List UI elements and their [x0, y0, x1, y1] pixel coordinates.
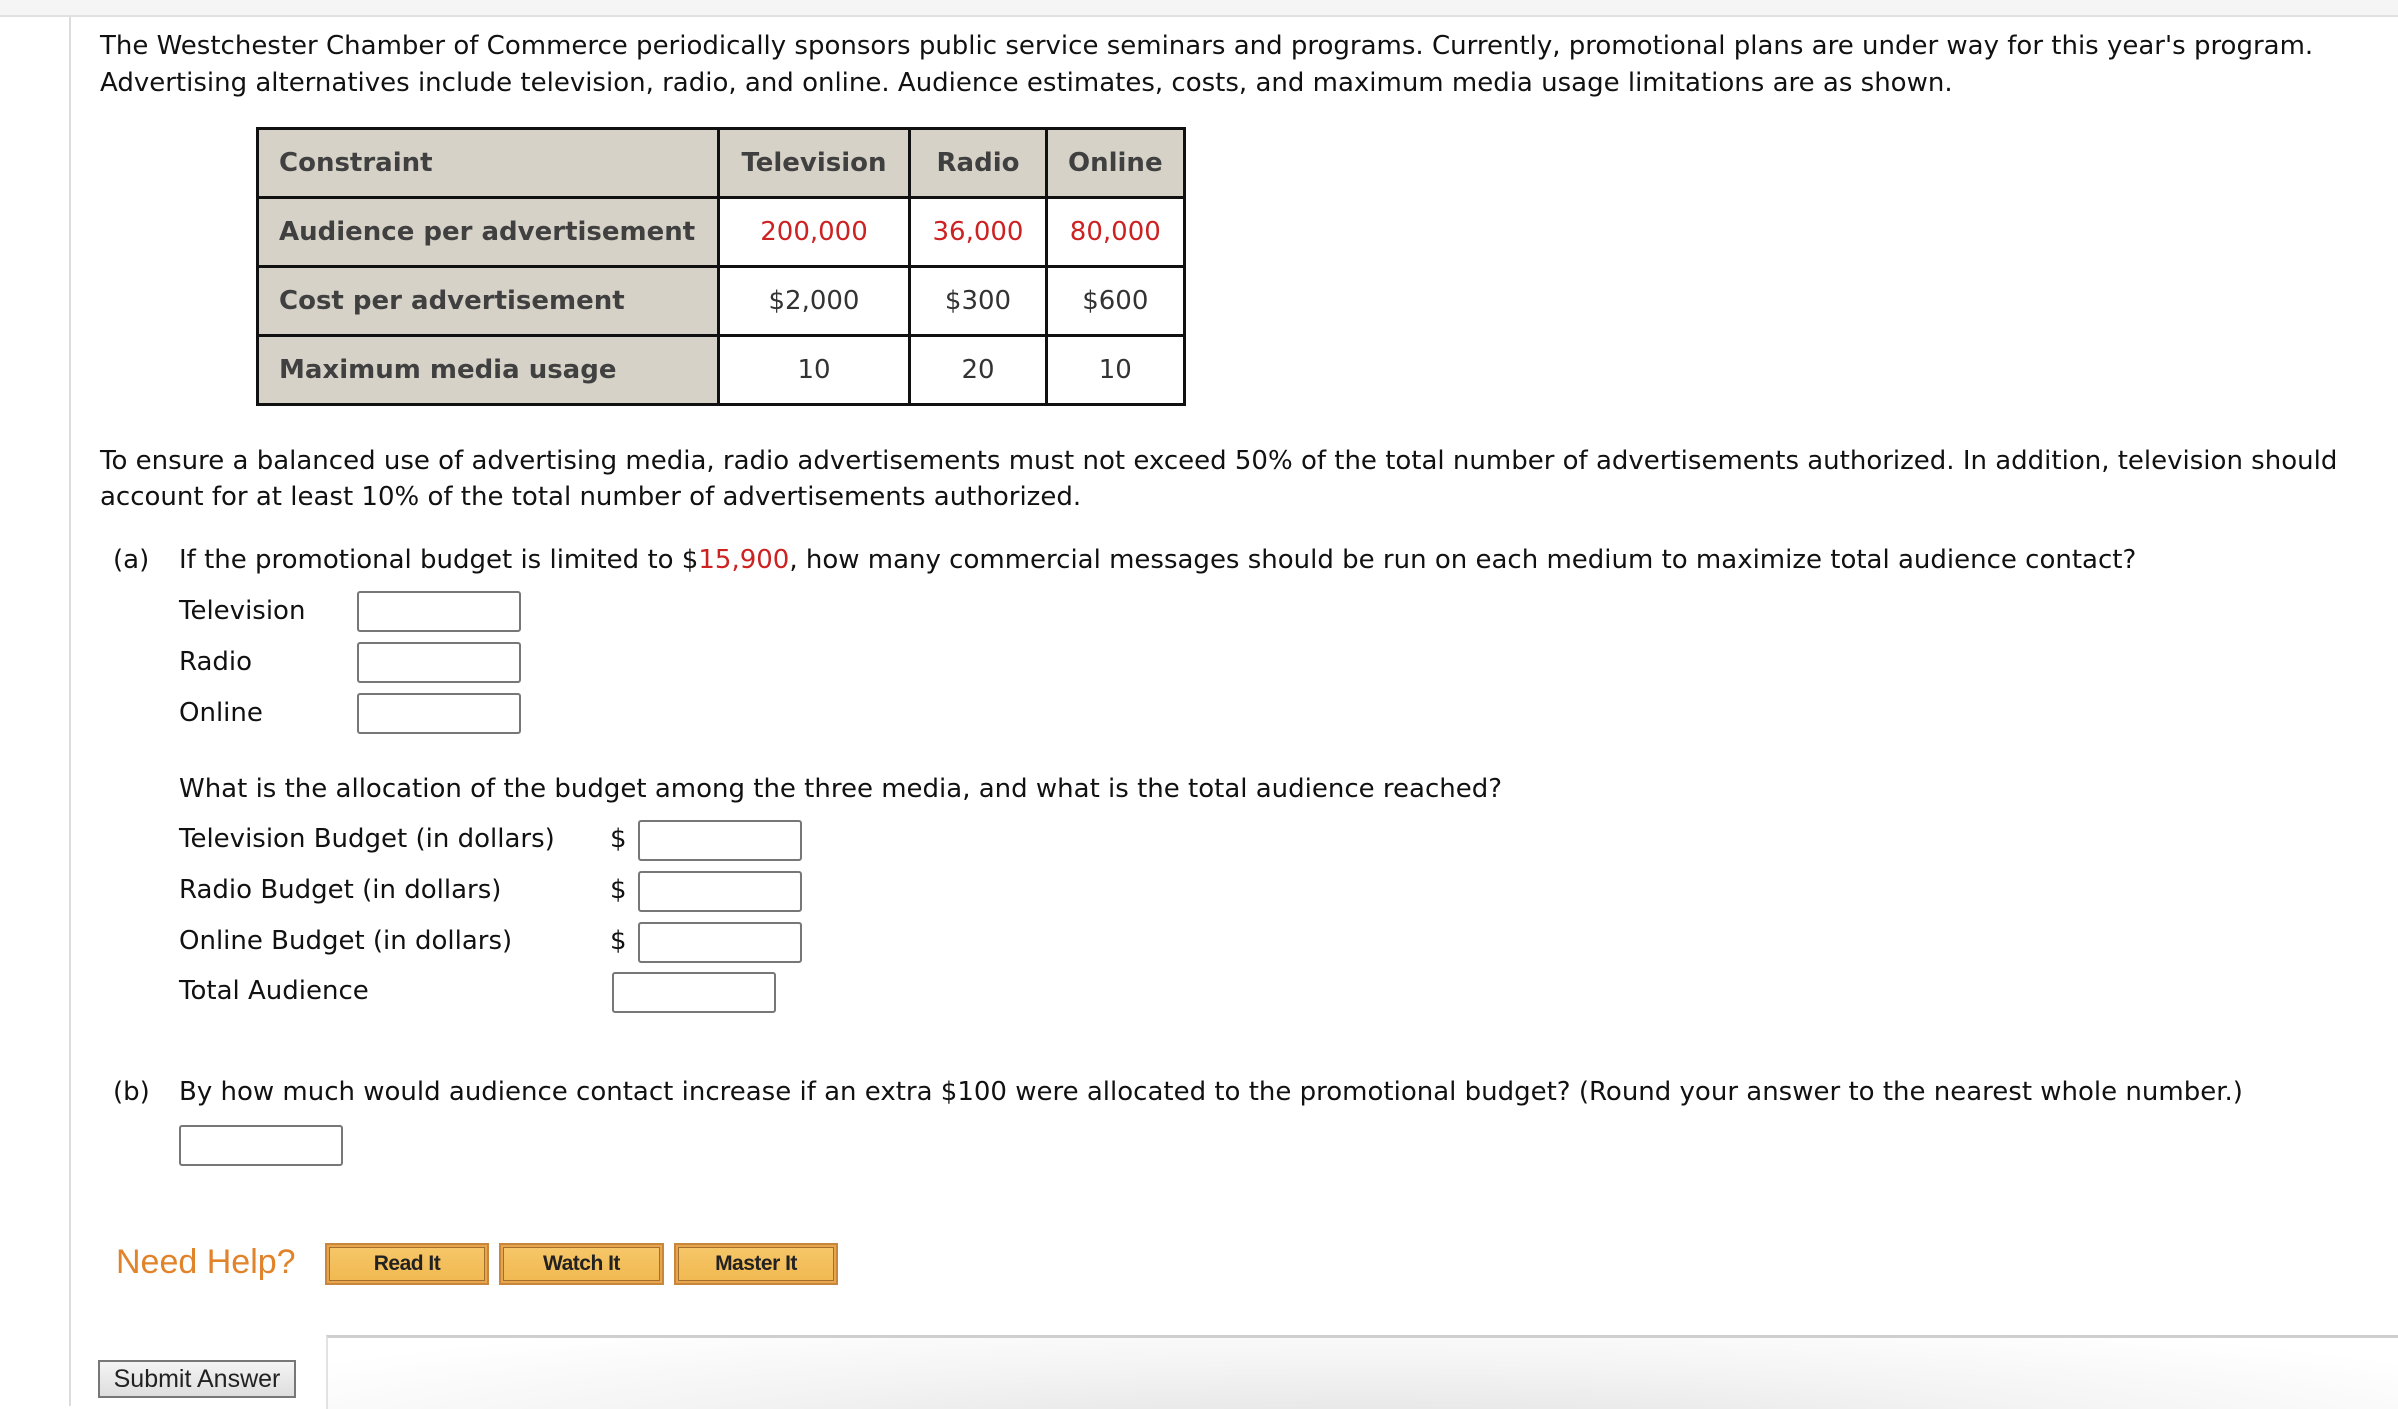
header-television: Television — [717, 127, 911, 199]
television-budget-input[interactable] — [638, 820, 802, 861]
table-header-row: Constraint Television Radio Online — [256, 127, 1186, 199]
part-a-marker: (a) — [113, 545, 150, 575]
row-label: Maximum media usage — [256, 334, 720, 406]
header-online: Online — [1045, 127, 1186, 199]
cell-max-radio: 20 — [908, 334, 1048, 406]
watch-it-button[interactable]: Watch It — [499, 1243, 664, 1285]
dollar-sign: $ — [610, 824, 627, 854]
budget-value: 15,900 — [698, 545, 790, 575]
field-label-radio: Radio — [179, 647, 253, 677]
table-row: Cost per advertisement $2,000 $300 $600 — [256, 265, 1186, 337]
header-constraint: Constraint — [256, 127, 720, 199]
part-a-question-pre: If the promotional budget is limited to … — [179, 545, 699, 575]
cell-cost-radio: $300 — [908, 265, 1048, 337]
budget-label-television: Television Budget (in dollars) — [179, 824, 555, 854]
allocation-question: What is the allocation of the budget amo… — [179, 774, 1503, 804]
part-a-question-post: , how many commercial messages should be… — [789, 545, 2137, 575]
master-it-button[interactable]: Master It — [674, 1243, 838, 1285]
cell-audience-online: 80,000 — [1045, 196, 1186, 268]
dollar-sign: $ — [610, 875, 627, 905]
budget-label-online: Online Budget (in dollars) — [179, 926, 513, 956]
bottom-panel — [326, 1335, 2398, 1409]
audience-increase-input[interactable] — [179, 1125, 343, 1166]
cell-max-television: 10 — [717, 334, 911, 406]
dollar-sign: $ — [610, 926, 627, 956]
online-count-input[interactable] — [357, 693, 521, 734]
cell-audience-radio: 36,000 — [908, 196, 1048, 268]
part-b-question: By how much would audience contact incre… — [179, 1077, 2243, 1107]
radio-budget-input[interactable] — [638, 871, 802, 912]
media-constraints-table: Constraint Television Radio Online Audie… — [256, 127, 1186, 406]
intro-line-2: Advertising alternatives include televis… — [100, 68, 1953, 98]
television-count-input[interactable] — [357, 591, 521, 632]
field-label-television: Television — [179, 596, 306, 626]
row-label: Audience per advertisement — [256, 196, 720, 268]
balance-line-1: To ensure a balanced use of advertising … — [100, 446, 2338, 476]
online-budget-input[interactable] — [638, 922, 802, 963]
row-label: Cost per advertisement — [256, 265, 720, 337]
intro-line-1: The Westchester Chamber of Commerce peri… — [100, 31, 2314, 61]
cell-max-online: 10 — [1045, 334, 1186, 406]
part-b-marker: (b) — [113, 1077, 150, 1107]
need-help-label: Need Help? — [116, 1243, 296, 1281]
table-row: Maximum media usage 10 20 10 — [256, 334, 1186, 406]
field-label-online: Online — [179, 698, 263, 728]
cell-audience-television: 200,000 — [717, 196, 911, 268]
total-audience-input[interactable] — [612, 972, 776, 1013]
budget-label-radio: Radio Budget (in dollars) — [179, 875, 502, 905]
top-strip — [0, 0, 2398, 17]
table-row: Audience per advertisement 200,000 36,00… — [256, 196, 1186, 268]
left-divider — [69, 17, 71, 1406]
cell-cost-online: $600 — [1045, 265, 1186, 337]
radio-count-input[interactable] — [357, 642, 521, 683]
part-a-question: If the promotional budget is limited to … — [179, 542, 2136, 578]
submit-answer-button[interactable]: Submit Answer — [98, 1360, 296, 1398]
read-it-button[interactable]: Read It — [325, 1243, 489, 1285]
balance-line-2: account for at least 10% of the total nu… — [100, 482, 1082, 512]
header-radio: Radio — [908, 127, 1048, 199]
cell-cost-television: $2,000 — [717, 265, 911, 337]
total-audience-label: Total Audience — [179, 976, 369, 1006]
